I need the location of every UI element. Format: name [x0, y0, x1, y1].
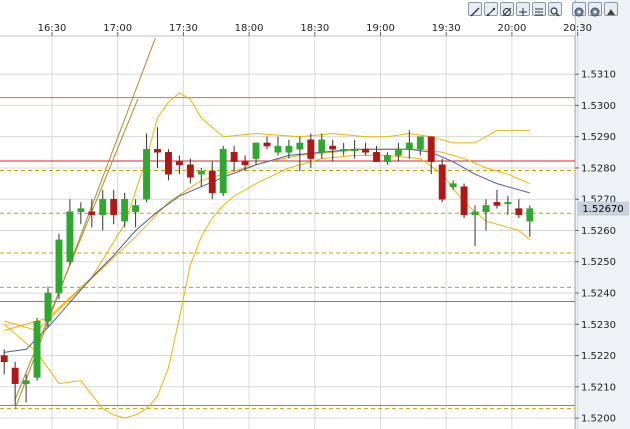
- candle-up: [252, 142, 260, 159]
- y-tick-label: 1.5230: [581, 320, 616, 331]
- candle-up: [340, 148, 348, 151]
- candle-down: [110, 198, 118, 216]
- y-tick-label: 1.5290: [581, 132, 616, 143]
- candle-up: [285, 145, 293, 153]
- pencil-icon[interactable]: [468, 2, 482, 17]
- y-tick-label: 1.5250: [581, 257, 616, 268]
- plot-background: [0, 0, 575, 429]
- y-tick-label: 1.5200: [581, 414, 616, 425]
- candle-up: [197, 170, 205, 175]
- x-tick-label: 17:00: [103, 23, 132, 34]
- candle-up: [318, 139, 326, 153]
- y-tick-label: 1.5210: [581, 382, 616, 393]
- candle-down: [263, 142, 271, 147]
- candle-down: [438, 164, 446, 200]
- fibonacci-icon[interactable]: [532, 2, 546, 16]
- candle-down: [307, 139, 315, 159]
- candle-up: [77, 208, 85, 212]
- candle-down: [186, 164, 194, 178]
- candle-down: [515, 208, 523, 216]
- refresh-icon[interactable]: [588, 2, 602, 17]
- current-price-label: 1.52670: [582, 204, 623, 215]
- candle-up: [384, 155, 391, 162]
- candle-down: [175, 161, 183, 166]
- x-tick-label: 16:30: [38, 23, 67, 34]
- candle-up: [296, 142, 304, 150]
- erase-lines-icon[interactable]: [500, 2, 514, 17]
- candle-up: [405, 142, 413, 150]
- x-tick-label: 17:30: [169, 23, 198, 34]
- candle-down: [88, 211, 96, 216]
- candle-down: [241, 161, 249, 166]
- candle-up: [22, 380, 30, 384]
- candle-up: [274, 145, 282, 153]
- x-tick-label: 19:00: [366, 23, 395, 34]
- y-tick-label: 1.5240: [581, 288, 616, 299]
- candle-up: [99, 198, 107, 216]
- candle-down: [362, 148, 370, 153]
- candle-up: [449, 183, 457, 187]
- candle-up: [526, 208, 534, 222]
- candle-down: [154, 148, 161, 153]
- candle-up: [482, 205, 490, 212]
- candle-down: [427, 136, 435, 162]
- candle-up: [44, 292, 52, 322]
- candle-up: [55, 239, 63, 294]
- candle-up: [33, 320, 41, 378]
- candle-up: [351, 148, 359, 151]
- candle-up: [121, 198, 129, 222]
- candle-up: [416, 136, 424, 150]
- candle-down: [11, 367, 19, 384]
- candle-down: [165, 152, 172, 175]
- time-axis-background: [0, 18, 575, 36]
- candle-down: [208, 170, 216, 194]
- candle-down: [0, 355, 8, 363]
- x-tick-label: 18:30: [300, 23, 329, 34]
- zoom-icon[interactable]: [548, 2, 562, 17]
- x-tick-label: 20:30: [563, 23, 592, 34]
- chart-canvas: 16:00 16:30 17:00 17:30 18:00 18:30 19:00 19:30…: [0, 0, 630, 429]
- chart-toolbar: [468, 0, 630, 18]
- settings-gear-icon[interactable]: [572, 2, 586, 17]
- x-tick-label: 19:30: [432, 23, 461, 34]
- candle-up: [394, 148, 402, 156]
- crosshair-icon[interactable]: [516, 2, 530, 16]
- y-tick-label: 1.5220: [581, 351, 616, 362]
- candle-down: [230, 152, 238, 162]
- candle-down: [329, 145, 337, 150]
- candle-down: [460, 186, 468, 216]
- candle-up: [132, 205, 140, 212]
- candle-down: [493, 202, 501, 206]
- candle-down: [373, 152, 380, 162]
- y-tick-label: 1.5280: [581, 163, 616, 174]
- candle-up: [66, 211, 74, 262]
- y-tick-label: 1.5300: [581, 101, 616, 112]
- line-tool-icon[interactable]: [484, 2, 498, 17]
- candle-up: [504, 202, 512, 205]
- y-tick-label: 1.5310: [581, 70, 616, 81]
- x-tick-label: 18:00: [235, 23, 264, 34]
- x-tick-label: 20:00: [497, 23, 526, 34]
- current-price-badge: 1.52670: [577, 201, 629, 216]
- candle-up: [471, 211, 479, 216]
- y-tick-label: 1.5260: [581, 226, 616, 237]
- scroll-up-icon[interactable]: [604, 2, 618, 16]
- candle-up: [143, 148, 151, 200]
- x-tick-label: 16:00: [0, 23, 1, 34]
- candle-up: [219, 148, 227, 194]
